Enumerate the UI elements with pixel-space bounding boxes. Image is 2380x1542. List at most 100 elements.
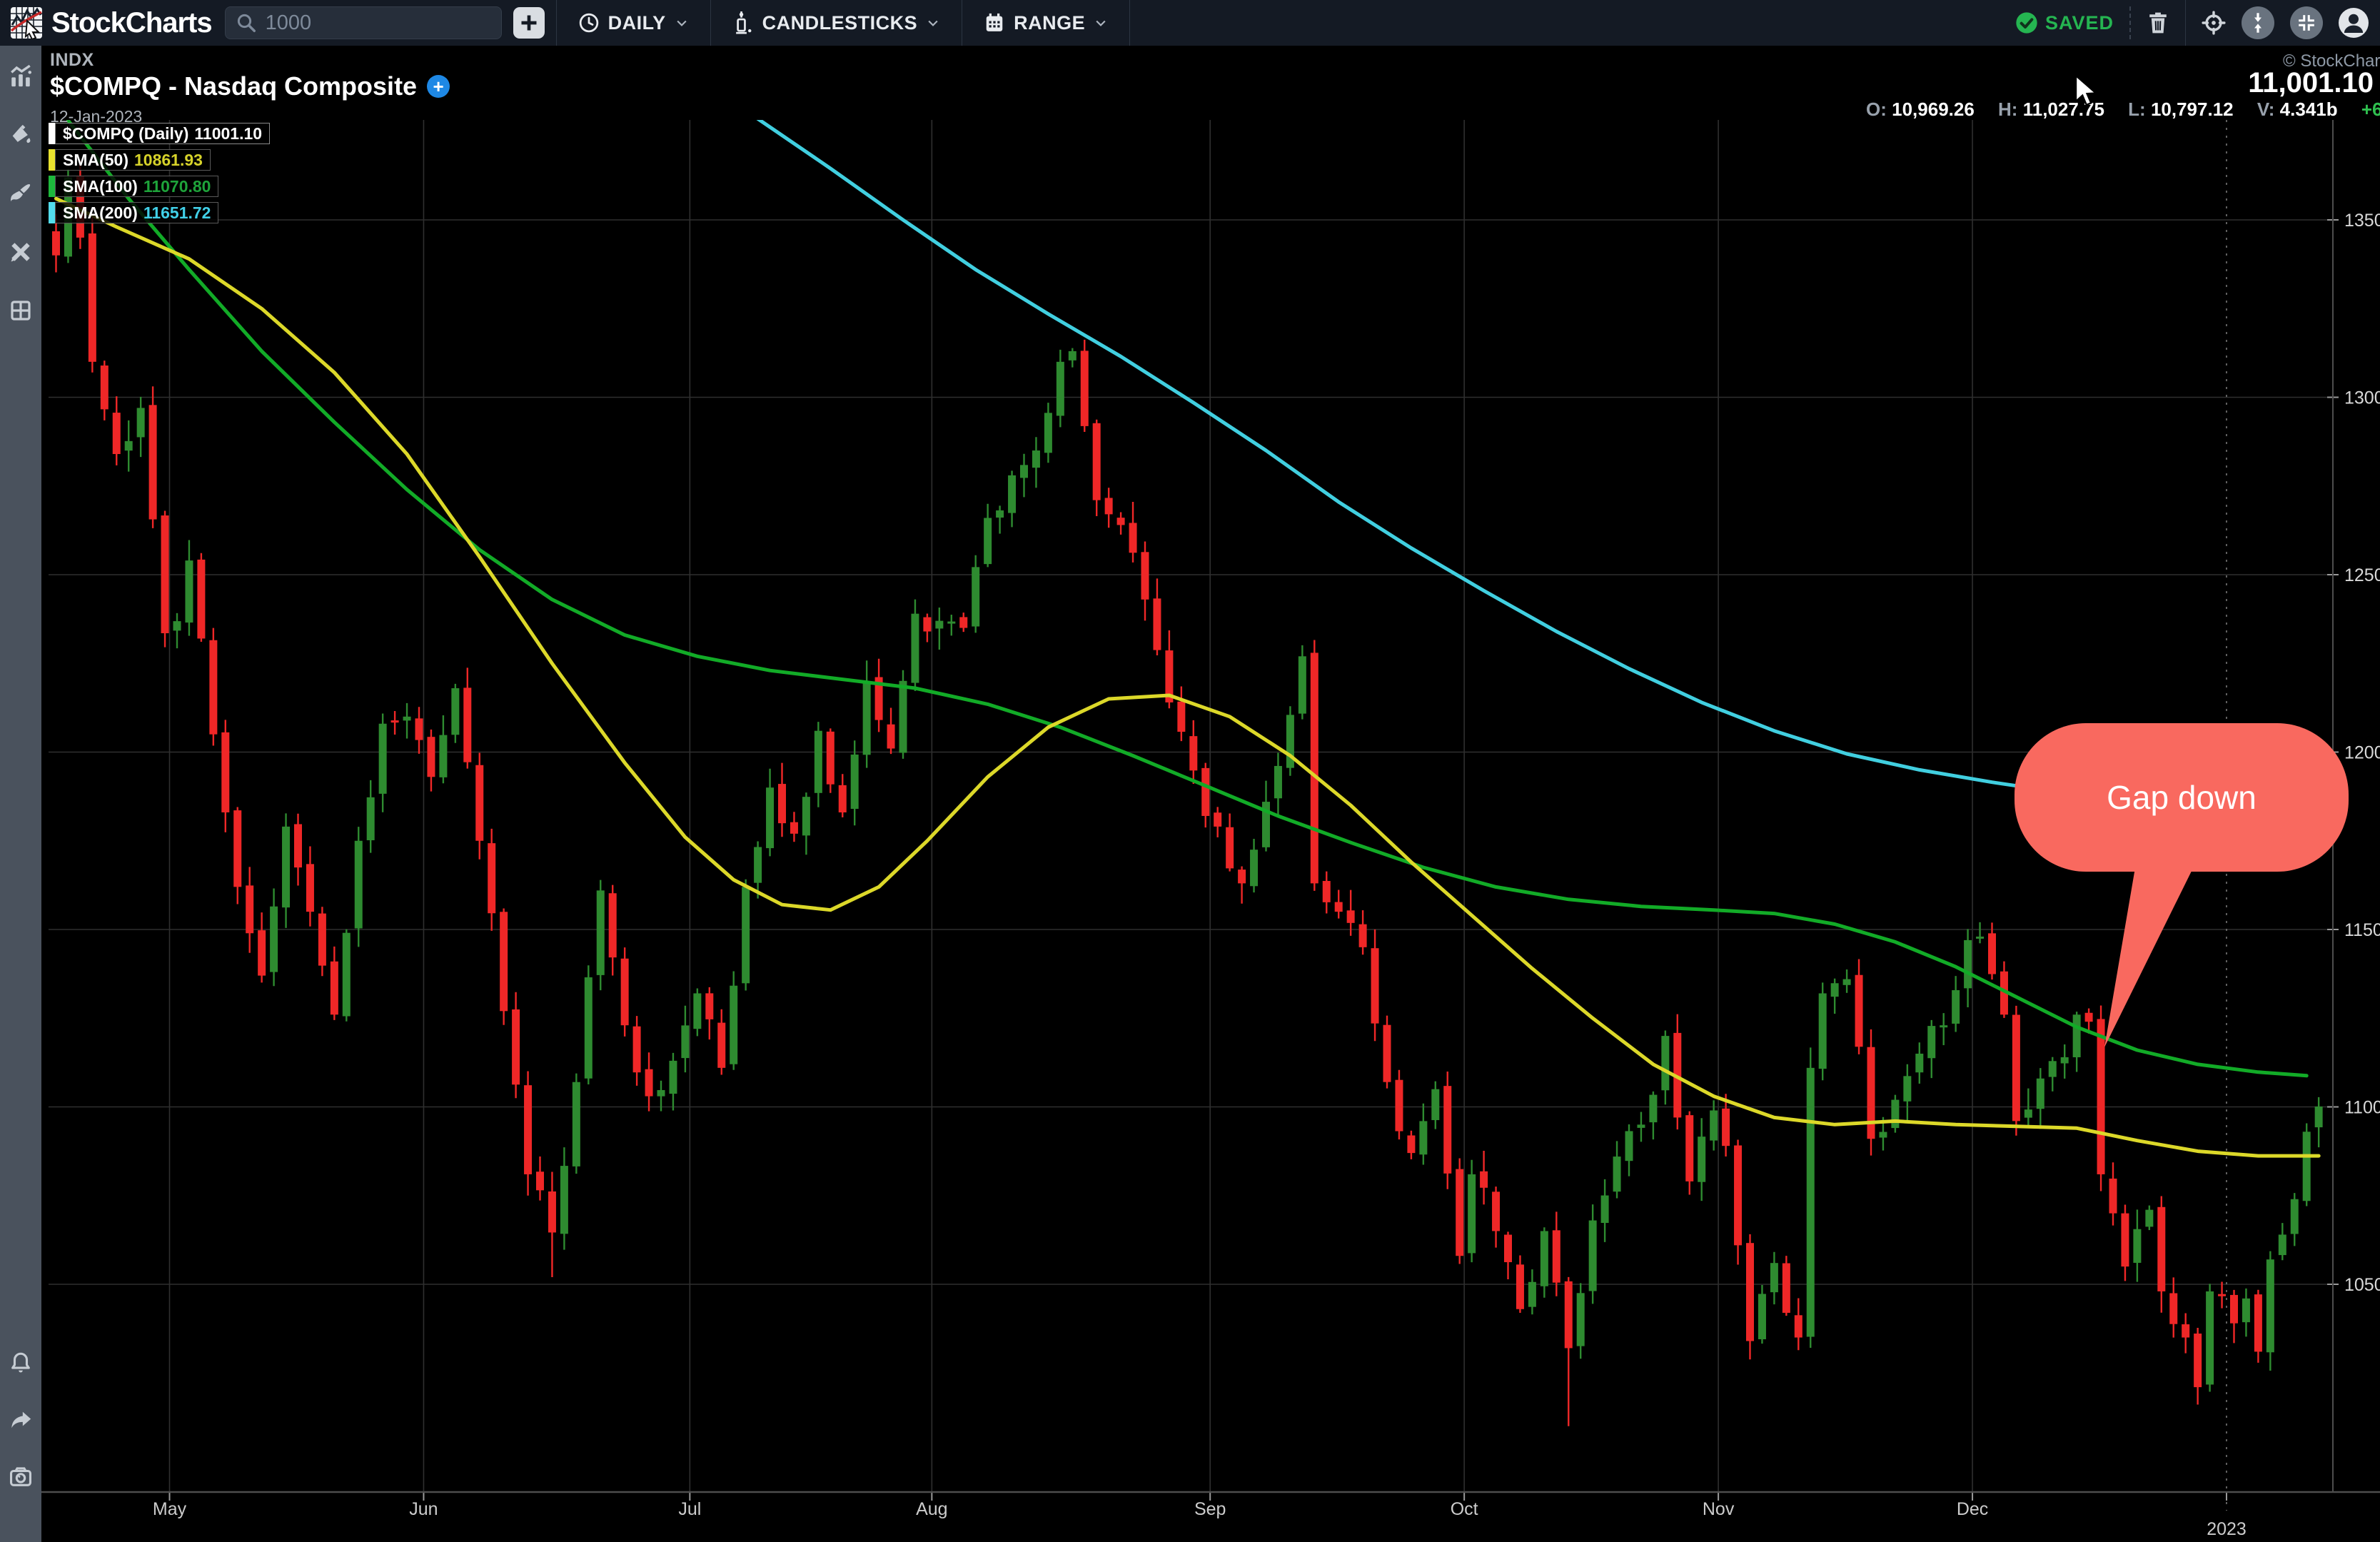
range-dropdown[interactable]: RANGE [962,0,1129,46]
legend-row-sma50[interactable]: SMA(50) 10861.93 [49,149,270,171]
grid-lines [49,120,2333,1511]
annotation-tools-button[interactable] [0,231,41,273]
legend-label: SMA(200) [63,203,138,223]
add-symbol-icon[interactable]: + [427,75,450,98]
candlestick-icon [732,11,754,34]
compress-icon [2297,14,2316,32]
annotation-text: Gap down [2107,779,2257,816]
left-sidebar [0,46,41,1542]
legend-value: 11001.10 [194,124,262,143]
symbol-search-input[interactable] [266,11,473,35]
account-button[interactable] [2339,8,2369,38]
low-label: L: [2128,99,2146,120]
collapse-vertical-icon [2249,12,2267,34]
volume-label: V: [2257,99,2275,120]
chevron-down-icon [675,16,689,30]
plus-icon [519,13,539,33]
legend-value: 11070.80 [143,177,211,196]
open-label: O: [1866,99,1887,120]
saved-label: SAVED [2045,12,2114,34]
price-chart-svg[interactable]: 13500130001250012000115001100010500MayJu… [41,46,2380,1542]
chart-type-label: CANDLESTICKS [762,12,918,34]
month-label: Jun [409,1499,438,1519]
camera-icon [9,1465,33,1489]
grid-layout-icon [9,299,32,322]
chart-legend: $COMPQ (Daily)11001.10 SMA(50) 10861.93 S… [49,123,270,228]
legend-row-price[interactable]: $COMPQ (Daily)11001.10 [49,123,270,144]
time-axis: MayJunJulAugSepOctNovDec2023 [41,1492,2380,1539]
last-price: 11,001.10 [2165,67,2374,99]
candlesticks [52,161,2323,1426]
stockcharts-logo-icon [10,6,43,39]
legend-row-sma100[interactable]: SMA(100) 11070.80 [49,176,270,197]
stockcharts-logo[interactable]: StockCharts [0,6,212,39]
brush-button[interactable] [0,173,41,214]
person-icon [2339,8,2369,38]
chart-title-text: $COMPQ - Nasdaq Composite [50,71,417,101]
crosshair-button[interactable] [2202,11,2226,35]
chart-area[interactable]: 13500130001250012000115001100010500MayJu… [41,46,2380,1542]
period-dropdown[interactable]: DAILY [557,0,710,46]
paintbrush-icon [9,181,33,206]
calendar-icon [984,12,1005,34]
low-value: 10,797.12 [2151,99,2234,120]
change-value: +69.43 (+0.64%) [2361,99,2380,120]
range-label: RANGE [1014,12,1085,34]
exit-fullscreen-button[interactable] [2290,6,2323,39]
chart-settings-button[interactable] [0,56,41,97]
saved-status: SAVED [2015,11,2114,34]
open-value: 10,969.26 [1892,99,1975,120]
month-label: May [153,1499,187,1519]
month-label: Sep [1194,1499,1226,1519]
gap-down-annotation[interactable]: Gap down [2015,723,2349,1047]
ohlc-row: O: 10,969.26 H: 11,027.75 L: 10,797.12 V… [1866,99,2380,121]
layout-button[interactable] [0,290,41,331]
add-chart-button[interactable] [513,7,545,39]
chevron-down-icon [1094,16,1108,30]
share-button[interactable] [0,1399,41,1441]
check-circle-icon [2015,11,2038,34]
volume-value: 4.341b [2280,99,2338,120]
price-tick-label: 11000 [2344,1098,2380,1118]
chart-type-dropdown[interactable]: CANDLESTICKS [711,0,962,46]
high-value: 11,027.75 [2023,99,2104,120]
logo-text: StockCharts [51,7,212,39]
chevron-down-icon [926,16,940,30]
year-label: 2023 [2207,1519,2247,1539]
toolbar-divider [2185,0,2186,46]
legend-swatch [49,176,55,197]
month-label: Nov [1703,1499,1735,1519]
crosshair-icon [2202,11,2226,35]
price-tick-label: 13000 [2344,388,2380,408]
legend-label: SMA(100) [63,177,138,196]
high-label: H: [1998,99,2017,120]
top-toolbar: StockCharts DAILY CANDLE [0,0,2380,46]
exchange-label: INDX [50,50,94,71]
sma-line-SMA50 [56,198,2319,1156]
month-label: Dec [1957,1499,1988,1519]
drawing-tools-icon [9,240,33,264]
toolbar-dashed-divider [2129,6,2131,39]
legend-value: 10861.93 [134,151,203,170]
collapse-vertical-button[interactable] [2242,6,2274,39]
symbol-search-box[interactable] [225,6,502,39]
clock-icon [578,12,600,34]
snapshot-button[interactable] [0,1456,41,1498]
toolbar-right-cluster: SAVED [2015,0,2380,46]
legend-swatch [49,202,55,223]
fill-color-button[interactable] [0,114,41,156]
search-icon [236,12,257,34]
legend-label: SMA(50) [63,151,128,170]
price-tick-label: 10500 [2344,1275,2380,1295]
bell-icon [9,1351,33,1375]
share-icon [9,1408,33,1432]
trash-icon [2147,11,2169,35]
delete-chart-button[interactable] [2147,11,2169,35]
alerts-button[interactable] [0,1342,41,1384]
legend-row-sma200[interactable]: SMA(200)11651.72 [49,202,270,223]
chart-title: $COMPQ - Nasdaq Composite + [50,71,450,101]
price-tick-label: 11500 [2344,920,2380,940]
price-tick-label: 13500 [2344,211,2380,231]
month-label: Jul [678,1499,701,1519]
period-label: DAILY [608,12,666,34]
